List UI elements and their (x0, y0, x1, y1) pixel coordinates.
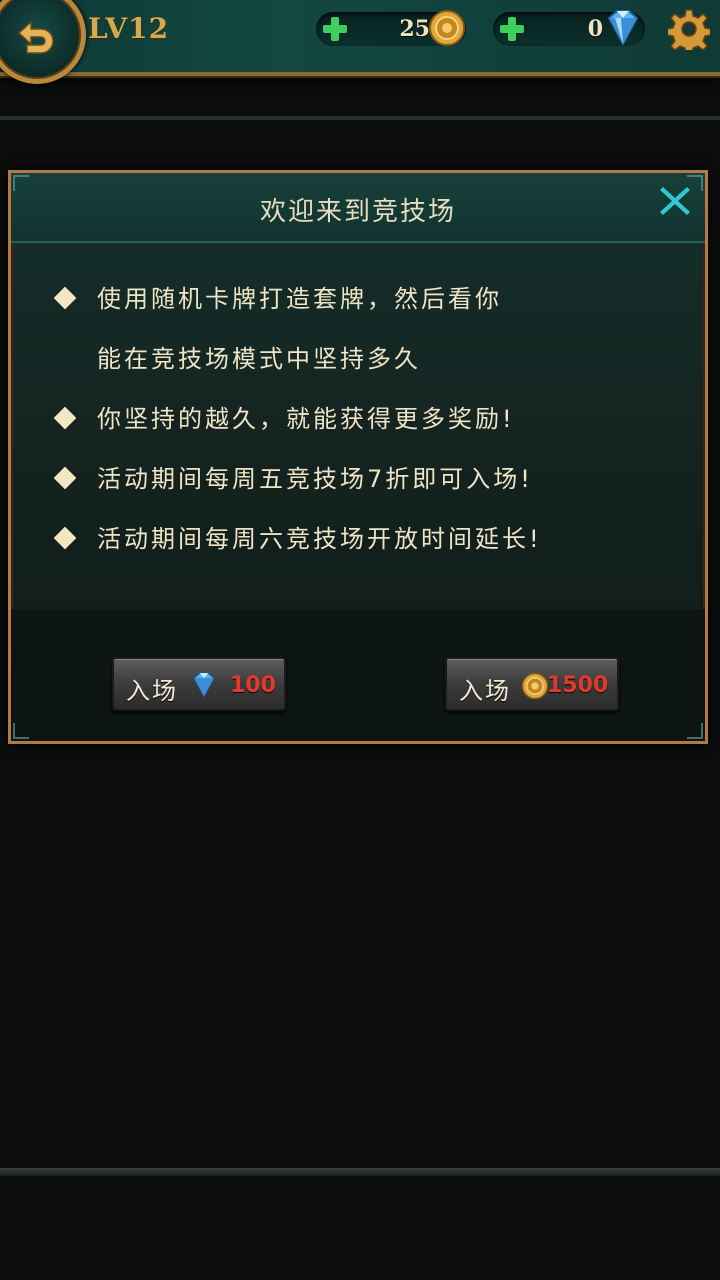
corner-ornament (13, 175, 29, 191)
rule-text: 使用随机卡牌打造套牌，然后看你 (97, 285, 502, 313)
settings-gear-icon[interactable] (668, 8, 710, 50)
corner-ornament (687, 723, 703, 739)
bullet-diamond-icon (53, 286, 77, 310)
bullet-diamond-icon (53, 526, 77, 550)
rules-list: 使用随机卡牌打造套牌，然后看你 能在竞技场模式中坚持多久 你坚持的越久，就能获得… (51, 269, 671, 569)
plus-icon (500, 17, 524, 41)
gold-counter: 25 (316, 10, 466, 46)
rule-line: 使用随机卡牌打造套牌，然后看你 (51, 269, 671, 329)
top-bar: LV12 25 0 (0, 0, 720, 84)
back-button[interactable] (0, 0, 86, 84)
divider-bottom (0, 1168, 720, 1176)
diamond-icon (193, 672, 215, 698)
gold-coin-icon (429, 10, 465, 46)
plus-icon (323, 17, 347, 41)
screen: LV12 25 0 欢迎来到竞技场 使用随机卡牌打造套牌，然后看你 能在竞技场模… (0, 0, 720, 1280)
rule-line: 你坚持的越久，就能获得更多奖励! (51, 389, 671, 449)
corner-ornament (687, 175, 703, 191)
rule-text: 能在竞技场模式中坚持多久 (97, 345, 421, 373)
rule-text: 你坚持的越久，就能获得更多奖励! (97, 405, 515, 433)
gem-price: 100 (230, 673, 276, 698)
dialog-title: 欢迎来到竞技场 (259, 197, 456, 227)
rule-text: 活动期间每周五竞技场7折即可入场! (97, 465, 533, 493)
corner-ornament (13, 723, 29, 739)
bullet-diamond-icon (53, 406, 77, 430)
player-level: LV12 (88, 12, 170, 45)
rule-text: 活动期间每周六竞技场开放时间延长! (97, 525, 542, 553)
dialog-header: 欢迎来到竞技场 (11, 173, 705, 243)
enter-label: 入场 (459, 677, 511, 705)
enter-with-gold-button[interactable]: 入场 1500 (445, 657, 619, 711)
bullet-diamond-icon (53, 466, 77, 490)
back-arrow-icon (17, 20, 54, 54)
rule-line: 活动期间每周五竞技场7折即可入场! (51, 449, 671, 509)
diamond-icon (607, 10, 639, 47)
enter-label: 入场 (126, 677, 178, 705)
gold-coin-icon (521, 672, 549, 700)
divider-top (0, 116, 720, 120)
enter-with-gems-button[interactable]: 入场 100 (112, 657, 286, 711)
add-gem-button[interactable] (497, 14, 527, 44)
gold-price: 1500 (547, 673, 609, 698)
add-gold-button[interactable] (320, 14, 350, 44)
gem-counter: 0 (493, 10, 645, 47)
rule-line: 活动期间每周六竞技场开放时间延长! (51, 509, 671, 569)
arena-welcome-dialog: 欢迎来到竞技场 使用随机卡牌打造套牌，然后看你 能在竞技场模式中坚持多久 你坚持… (8, 170, 708, 744)
gold-amount: 25 (399, 16, 430, 42)
rule-line-continued: 能在竞技场模式中坚持多久 (51, 329, 671, 389)
